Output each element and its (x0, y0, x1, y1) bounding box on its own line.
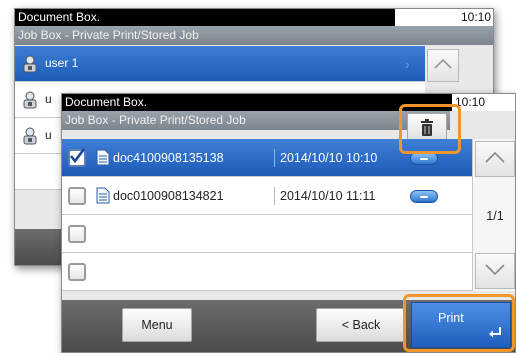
page-indicator: 1/1 (486, 209, 504, 223)
scroll-down-button[interactable] (475, 253, 515, 289)
row-checkbox[interactable] (68, 187, 86, 205)
job-date: 2014/10/10 11:11 (274, 187, 375, 205)
chevron-up-icon (433, 58, 453, 73)
detail-button[interactable] (410, 152, 438, 165)
row-checkbox[interactable] (68, 225, 86, 243)
front-screen-footer: Menu < Back Print (62, 300, 515, 352)
title-bar: Document Box. 10:10 (15, 9, 493, 26)
user-row-1[interactable]: user 1 › (15, 46, 425, 82)
screen-title: Document Box. (65, 95, 148, 109)
screen-subtitle: Job Box - Private Print/Stored Job (15, 26, 493, 45)
row-checkbox[interactable] (68, 263, 86, 281)
scroll-column: 1/1 (472, 139, 515, 291)
document-icon (96, 187, 110, 204)
job-name: doc4100908135138 (113, 151, 224, 165)
front-screen: Document Box. 10:10 Job Box - Private Pr… (61, 93, 516, 353)
job-row-1[interactable]: doc4100908135138 2014/10/10 10:10 (62, 139, 472, 177)
row-checkbox[interactable] (68, 148, 86, 167)
trash-icon (420, 118, 434, 140)
job-row-4[interactable] (62, 253, 472, 291)
checkmark-icon (69, 148, 85, 164)
chevron-down-icon (484, 263, 506, 279)
detail-button[interactable] (410, 190, 438, 203)
user-icon (23, 55, 37, 73)
back-button[interactable]: < Back (316, 308, 406, 342)
job-date: 2014/10/10 10:10 (274, 149, 377, 167)
scroll-up-button[interactable] (475, 141, 515, 177)
job-name: doc0100908134821 (113, 189, 224, 203)
enter-icon (488, 326, 502, 341)
subbar-spacer (452, 111, 515, 130)
user-row-label: u (45, 92, 52, 106)
title-bar: Document Box. 10:10 (62, 94, 515, 111)
scroll-up-button[interactable] (427, 49, 459, 82)
job-row-2[interactable]: doc0100908134821 2014/10/10 11:11 (62, 177, 472, 215)
clock: 10:10 (395, 9, 493, 26)
print-button[interactable]: Print (411, 302, 511, 348)
job-row-3[interactable] (62, 215, 472, 253)
screen-subtitle: Job Box - Private Print/Stored Job (62, 111, 450, 130)
user-row-label: user 1 (45, 56, 79, 70)
chevron-up-icon (484, 151, 506, 167)
print-button-label: Print (438, 311, 464, 325)
document-icon (96, 149, 110, 166)
user-icon (23, 127, 37, 145)
screen-title: Document Box. (18, 10, 101, 24)
user-icon (23, 91, 37, 109)
clock: 10:10 (452, 94, 515, 111)
chevron-right-icon: › (405, 56, 410, 72)
menu-button[interactable]: Menu (122, 308, 192, 342)
user-row-label: u (45, 128, 52, 142)
